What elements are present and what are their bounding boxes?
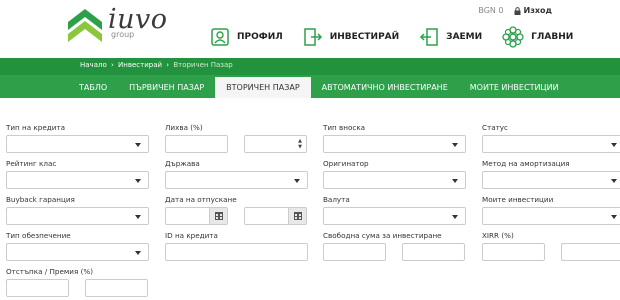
nav-loans[interactable]: ЗАЕМИ — [419, 26, 482, 48]
nav-main-label: ГЛАВНИ — [531, 32, 574, 42]
originator-label: Оригинатор — [323, 159, 369, 168]
nav-loans-label: ЗАЕМИ — [446, 32, 483, 42]
interest-label: Лихва (%) — [165, 123, 203, 132]
nav-main[interactable]: ГЛАВНИ — [502, 26, 573, 48]
my-investments-label: Моите инвестиции — [482, 195, 554, 204]
country-label: Държава — [165, 159, 200, 168]
currency-label: Валута — [323, 195, 350, 204]
breadcrumb-separator: › — [110, 61, 114, 69]
logo-wordmark: iuvo — [108, 4, 168, 35]
issue-date-from-input[interactable] — [165, 207, 228, 225]
xirr-to-input[interactable] — [561, 243, 620, 261]
discount-to-input[interactable] — [85, 279, 148, 297]
breadcrumb: Начало › Инвестирай › Вторичен Пазар — [80, 61, 233, 69]
tab-primary-market[interactable]: ПЪРВИЧЕН ПАЗАР — [118, 77, 215, 98]
xirr-from-input[interactable] — [482, 243, 545, 261]
xirr-label: XIRR (%) — [482, 231, 514, 240]
free-amount-label: Свободна сума за инвестиране — [323, 231, 442, 240]
calendar-button[interactable] — [209, 208, 227, 224]
loan-id-label: ID на кредита — [165, 231, 218, 240]
discount-from-input[interactable] — [6, 279, 69, 297]
main-icon — [502, 26, 524, 48]
nav-profile-label: ПРОФИЛ — [237, 32, 283, 42]
main-navigation: ПРОФИЛ ИНВЕСТИРАЙ ЗАЕМИ ГЛАВНИ — [210, 26, 593, 48]
calendar-button[interactable] — [288, 208, 306, 224]
loan-id-input[interactable] — [165, 243, 308, 261]
status-label: Статус — [482, 123, 509, 132]
interest-to-input[interactable]: ▲ ▼ — [244, 135, 307, 153]
breadcrumb-invest[interactable]: Инвестирай — [118, 61, 162, 69]
rating-select[interactable] — [6, 171, 149, 189]
filter-form: Тип на кредита Лихва (%) ▲ ▼ Тип вноска С… — [0, 98, 620, 300]
originator-select[interactable] — [323, 171, 466, 189]
status-select[interactable] — [482, 135, 620, 153]
calendar-icon — [214, 212, 223, 220]
tab-secondary-market[interactable]: ВТОРИЧЕН ПАЗАР — [215, 77, 311, 98]
breadcrumb-home[interactable]: Начало — [80, 61, 107, 69]
iuvo-logo[interactable]: iuvo group — [68, 6, 168, 46]
number-spinner-icon[interactable]: ▲ ▼ — [298, 138, 302, 150]
header: iuvo group BGN 0 Изход ПРОФИЛ ИНВЕСТИРАЙ… — [0, 0, 620, 58]
loans-icon — [420, 28, 438, 46]
iuvo-chevron-logo-icon — [68, 9, 102, 42]
tab-dashboard[interactable]: ТАБЛО — [68, 77, 118, 98]
nav-invest-label: ИНВЕСТИРАЙ — [329, 32, 400, 42]
collateral-label: Тип обезпечение — [6, 231, 71, 240]
loan-type-label: Тип на кредита — [6, 123, 65, 132]
nav-profile[interactable]: ПРОФИЛ — [210, 26, 283, 48]
discount-label: Отстъпка / Премия (%) — [6, 267, 94, 276]
interest-from-input[interactable] — [165, 135, 228, 153]
market-tabs: ТАБЛО ПЪРВИЧЕН ПАЗАР ВТОРИЧЕН ПАЗАР АВТО… — [68, 77, 570, 98]
logout-link[interactable]: Изход — [514, 6, 552, 15]
buyback-label: Buyback гаранция — [6, 195, 75, 204]
nav-invest[interactable]: ИНВЕСТИРАЙ — [303, 26, 399, 48]
my-investments-select[interactable] — [482, 207, 620, 225]
loan-type-select[interactable] — [6, 135, 149, 153]
country-select[interactable] — [165, 171, 308, 189]
balance-indicator[interactable]: BGN 0 — [478, 6, 503, 15]
amortization-label: Метод на амортизация — [482, 159, 570, 168]
payment-type-select[interactable] — [323, 135, 466, 153]
breadcrumb-separator: › — [166, 61, 170, 69]
payment-type-label: Тип вноска — [323, 123, 366, 132]
profile-icon — [211, 28, 229, 46]
amortization-select[interactable] — [482, 171, 620, 189]
breadcrumb-current: Вторичен Пазар — [173, 61, 233, 69]
logout-label: Изход — [523, 6, 552, 15]
calendar-icon — [293, 212, 302, 220]
tab-my-investments[interactable]: МОИТЕ ИНВЕСТИЦИИ — [459, 77, 570, 98]
invest-icon — [303, 28, 322, 46]
issue-date-label: Дата на отпускане — [165, 195, 237, 204]
rating-label: Рейтинг клас — [6, 159, 57, 168]
currency-select[interactable] — [323, 207, 466, 225]
collateral-select[interactable] — [6, 243, 149, 261]
lock-icon — [514, 6, 521, 15]
issue-date-to-input[interactable] — [244, 207, 307, 225]
free-amount-to-input[interactable] — [402, 243, 465, 261]
tab-auto-invest[interactable]: АВТОМАТИЧНО ИНВЕСТИРАНЕ — [311, 77, 459, 98]
free-amount-from-input[interactable] — [323, 243, 386, 261]
buyback-select[interactable] — [6, 207, 149, 225]
